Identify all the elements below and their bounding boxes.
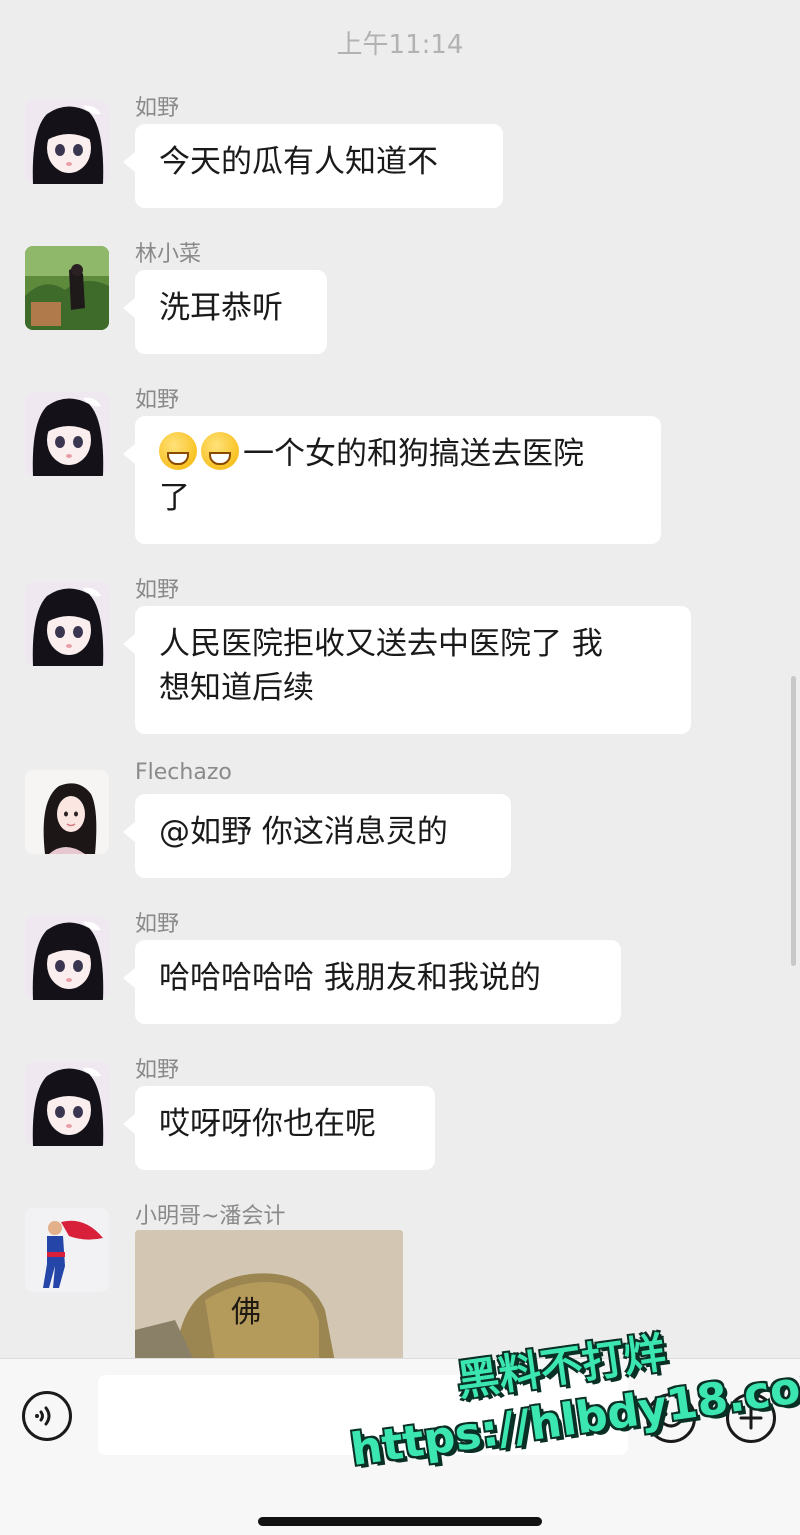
voice-icon[interactable] bbox=[22, 1391, 72, 1441]
message-input[interactable] bbox=[98, 1375, 628, 1455]
sender-name: Flechazo bbox=[135, 760, 232, 785]
message-bubble[interactable]: 今天的瓜有人知道不 bbox=[123, 124, 503, 208]
superhero-avatar[interactable] bbox=[25, 1208, 109, 1292]
message-bubble[interactable]: 哈哈哈哈哈 我朋友和我说的 bbox=[123, 940, 621, 1024]
message-text: 今天的瓜有人知道不 bbox=[159, 144, 438, 180]
scrollbar[interactable] bbox=[791, 676, 796, 966]
sender-name: 林小菜 bbox=[135, 242, 202, 267]
image-glyph-text: 佛 bbox=[231, 1295, 261, 1330]
chat-screen: 上午11:14 如野 今天的瓜有人知道不 林小菜 洗耳恭听 如野 一个女的和狗搞… bbox=[0, 0, 800, 1535]
message-text: 哎呀呀你也在呢 bbox=[159, 1106, 376, 1142]
grinning-face-emoji-icon bbox=[159, 432, 197, 470]
sender-name: 如野 bbox=[135, 388, 180, 413]
message-bubble[interactable]: 一个女的和狗搞送去医院 了 bbox=[123, 416, 661, 544]
anime-girl-avatar[interactable] bbox=[25, 392, 109, 476]
sender-name: 如野 bbox=[135, 1058, 180, 1083]
sender-name: 小明哥~潘会计 bbox=[135, 1204, 286, 1229]
image-message[interactable]: 佛 bbox=[135, 1230, 403, 1362]
anime-girl-avatar[interactable] bbox=[25, 916, 109, 1000]
message-bubble[interactable]: @如野 你这消息灵的 bbox=[123, 794, 511, 878]
plus-icon[interactable] bbox=[726, 1393, 776, 1443]
message-text: 想知道后续 bbox=[159, 670, 314, 706]
message-text: 人民医院拒收又送去中医院了 我 bbox=[159, 626, 603, 662]
emoji-icon[interactable] bbox=[646, 1393, 696, 1443]
message-text: 了 bbox=[159, 480, 190, 516]
anime-girl-avatar[interactable] bbox=[25, 100, 109, 184]
anime-girl-avatar[interactable] bbox=[25, 582, 109, 666]
message-timestamp: 上午11:14 bbox=[336, 30, 464, 60]
message-text: 洗耳恭听 bbox=[159, 290, 283, 326]
message-bubble[interactable]: 哎呀呀你也在呢 bbox=[123, 1086, 435, 1170]
sender-name: 如野 bbox=[135, 912, 180, 937]
sender-name: 如野 bbox=[135, 578, 180, 603]
sender-name: 如野 bbox=[135, 96, 180, 121]
photo-person-plants-avatar[interactable] bbox=[25, 246, 109, 330]
grinning-face-emoji-icon bbox=[201, 432, 239, 470]
message-text: 哈哈哈哈哈 我朋友和我说的 bbox=[159, 960, 541, 996]
anime-girl-avatar[interactable] bbox=[25, 1062, 109, 1146]
home-indicator[interactable] bbox=[258, 1517, 542, 1526]
input-bar bbox=[0, 1358, 800, 1535]
illustrated-girl-avatar[interactable] bbox=[25, 770, 109, 854]
message-bubble[interactable]: 洗耳恭听 bbox=[123, 270, 327, 354]
message-bubble[interactable]: 人民医院拒收又送去中医院了 我 想知道后续 bbox=[123, 606, 691, 734]
message-text: 一个女的和狗搞送去医院 bbox=[243, 436, 584, 472]
message-text: @如野 你这消息灵的 bbox=[159, 814, 448, 850]
